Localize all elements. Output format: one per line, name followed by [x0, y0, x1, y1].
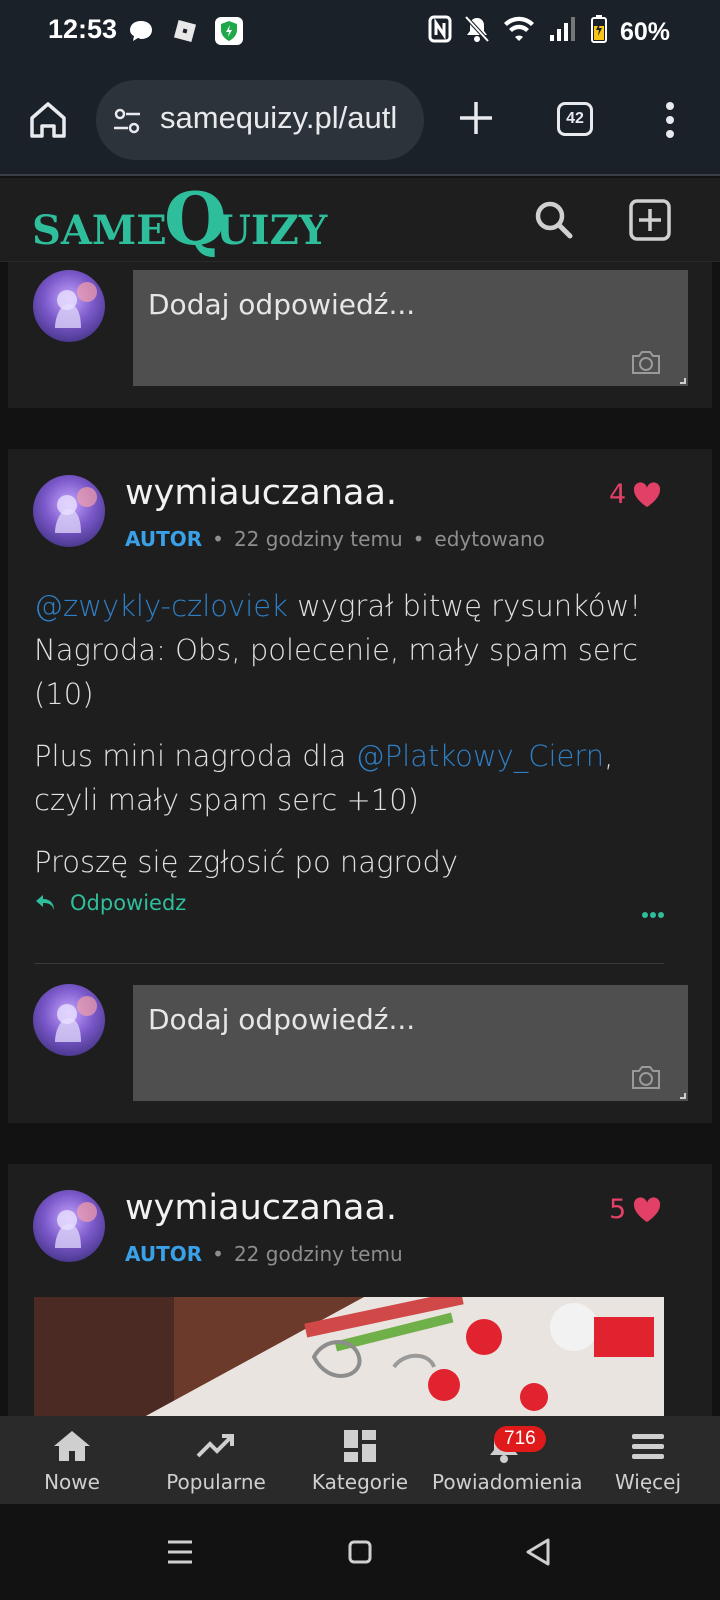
- camera-icon[interactable]: [630, 348, 662, 376]
- add-square-icon: [629, 199, 671, 241]
- kebab-menu-icon: [666, 102, 674, 138]
- comment-card: wymiauczanaa. AUTOR • 22 godziny temu 5: [8, 1164, 712, 1417]
- reply-textarea[interactable]: Dodaj odpowiedź...: [133, 270, 688, 386]
- like-button[interactable]: 4: [609, 479, 662, 510]
- home-icon: [30, 102, 66, 138]
- resize-handle[interactable]: [680, 1093, 686, 1099]
- back-button[interactable]: [520, 1534, 556, 1570]
- square-home-icon: [348, 1540, 372, 1564]
- author-avatar[interactable]: [33, 475, 105, 547]
- trending-up-icon: [196, 1434, 234, 1458]
- bell-muted-icon: [464, 15, 490, 50]
- notification-badge: 716: [494, 1426, 546, 1452]
- divider: [34, 963, 664, 964]
- author-avatar[interactable]: [33, 1190, 105, 1262]
- reply-placeholder: Dodaj odpowiedź...: [148, 1003, 416, 1036]
- bottom-navigation: Nowe Popularne Kategorie 716 Powiadomien…: [0, 1416, 720, 1504]
- roblox-icon: [170, 16, 200, 46]
- recent-apps-button[interactable]: [162, 1534, 198, 1570]
- heart-icon: [634, 1196, 661, 1222]
- wifi-icon: [502, 15, 536, 50]
- comment-meta: AUTOR • 22 godziny temu • edytowano: [125, 527, 545, 551]
- search-button[interactable]: [532, 198, 576, 242]
- search-icon: [535, 201, 573, 239]
- nav-categories[interactable]: Kategorie: [288, 1416, 432, 1504]
- tab-switcher-button[interactable]: 42: [557, 102, 593, 136]
- hamburger-menu-icon: [632, 1434, 664, 1459]
- plus-icon: [460, 102, 492, 134]
- home-icon: [54, 1431, 90, 1461]
- reply-placeholder: Dodaj odpowiedź...: [148, 288, 416, 321]
- browser-toolbar: samequizy.pl/autl 42: [0, 64, 720, 176]
- nav-more[interactable]: Więcej: [576, 1416, 720, 1504]
- samequizy-logo[interactable]: SAME Q UIZY: [32, 176, 352, 261]
- user-avatar[interactable]: [33, 270, 105, 342]
- resize-handle[interactable]: [680, 378, 686, 384]
- like-count: 4: [609, 479, 627, 510]
- mention-link[interactable]: @zwykly-czloviek: [34, 589, 288, 623]
- new-tab-button[interactable]: [456, 96, 496, 140]
- site-settings-icon[interactable]: [112, 106, 142, 136]
- nav-popular[interactable]: Popularne: [144, 1416, 288, 1504]
- comment-time: 22 godziny temu: [233, 527, 403, 551]
- nfc-icon: [428, 15, 452, 50]
- svg-text:UIZY: UIZY: [216, 207, 328, 254]
- comment-time: 22 godziny temu: [233, 1242, 403, 1266]
- reply-arrow-icon: [36, 895, 54, 910]
- dashboard-icon: [344, 1430, 376, 1462]
- address-bar[interactable]: samequizy.pl/autl: [96, 80, 424, 160]
- status-time: 12:53: [48, 14, 118, 44]
- like-button[interactable]: 5: [609, 1194, 662, 1225]
- heart-icon: [634, 481, 661, 507]
- create-quiz-button[interactable]: [628, 198, 672, 242]
- browser-menu-button[interactable]: [660, 100, 680, 140]
- mention-link[interactable]: @Platkowy_Ciern: [356, 739, 605, 773]
- reply-button[interactable]: Odpowiedz: [34, 891, 186, 915]
- camera-icon[interactable]: [630, 1063, 662, 1091]
- more-options-button[interactable]: [641, 904, 665, 918]
- recents-icon: [168, 1540, 192, 1564]
- system-navigation-bar: [0, 1504, 720, 1600]
- author-name[interactable]: wymiauczanaa.: [125, 473, 397, 513]
- back-triangle-icon: [526, 1538, 550, 1566]
- nav-notifications[interactable]: 716 Powiadomienia: [432, 1416, 583, 1504]
- edited-label: edytowano: [434, 527, 545, 551]
- author-name[interactable]: wymiauczanaa.: [125, 1188, 397, 1228]
- battery-percent: 60%: [619, 18, 670, 46]
- author-badge: AUTOR: [125, 1242, 203, 1266]
- svg-text:SAME: SAME: [32, 207, 167, 254]
- nav-new[interactable]: Nowe: [0, 1416, 144, 1504]
- reply-label: Odpowiedz: [70, 891, 187, 915]
- author-badge: AUTOR: [125, 527, 203, 551]
- comment-meta: AUTOR • 22 godziny temu: [125, 1242, 403, 1266]
- comment-image[interactable]: [34, 1297, 664, 1417]
- chat-bubble-icon: [126, 16, 156, 46]
- comment-card-partial: Dodaj odpowiedź...: [8, 262, 712, 408]
- url-text[interactable]: samequizy.pl/autl: [160, 100, 397, 136]
- reply-textarea[interactable]: Dodaj odpowiedź...: [133, 985, 688, 1101]
- user-avatar[interactable]: [33, 984, 105, 1056]
- shield-app-icon: [214, 16, 244, 46]
- home-system-button[interactable]: [342, 1534, 378, 1570]
- battery-icon: [590, 14, 608, 51]
- comment-card: wymiauczanaa. AUTOR • 22 godziny temu • edyt…: [8, 449, 712, 1123]
- like-count: 5: [609, 1194, 627, 1225]
- signal-icon: [548, 15, 578, 50]
- status-bar: 12:53 60%: [0, 0, 720, 64]
- home-button[interactable]: [26, 98, 70, 142]
- more-dots-icon: [642, 912, 664, 918]
- site-header: SAME Q UIZY: [0, 176, 720, 262]
- comment-body: @zwykly-czloviek wygrał bitwę rysunków! …: [34, 589, 641, 879]
